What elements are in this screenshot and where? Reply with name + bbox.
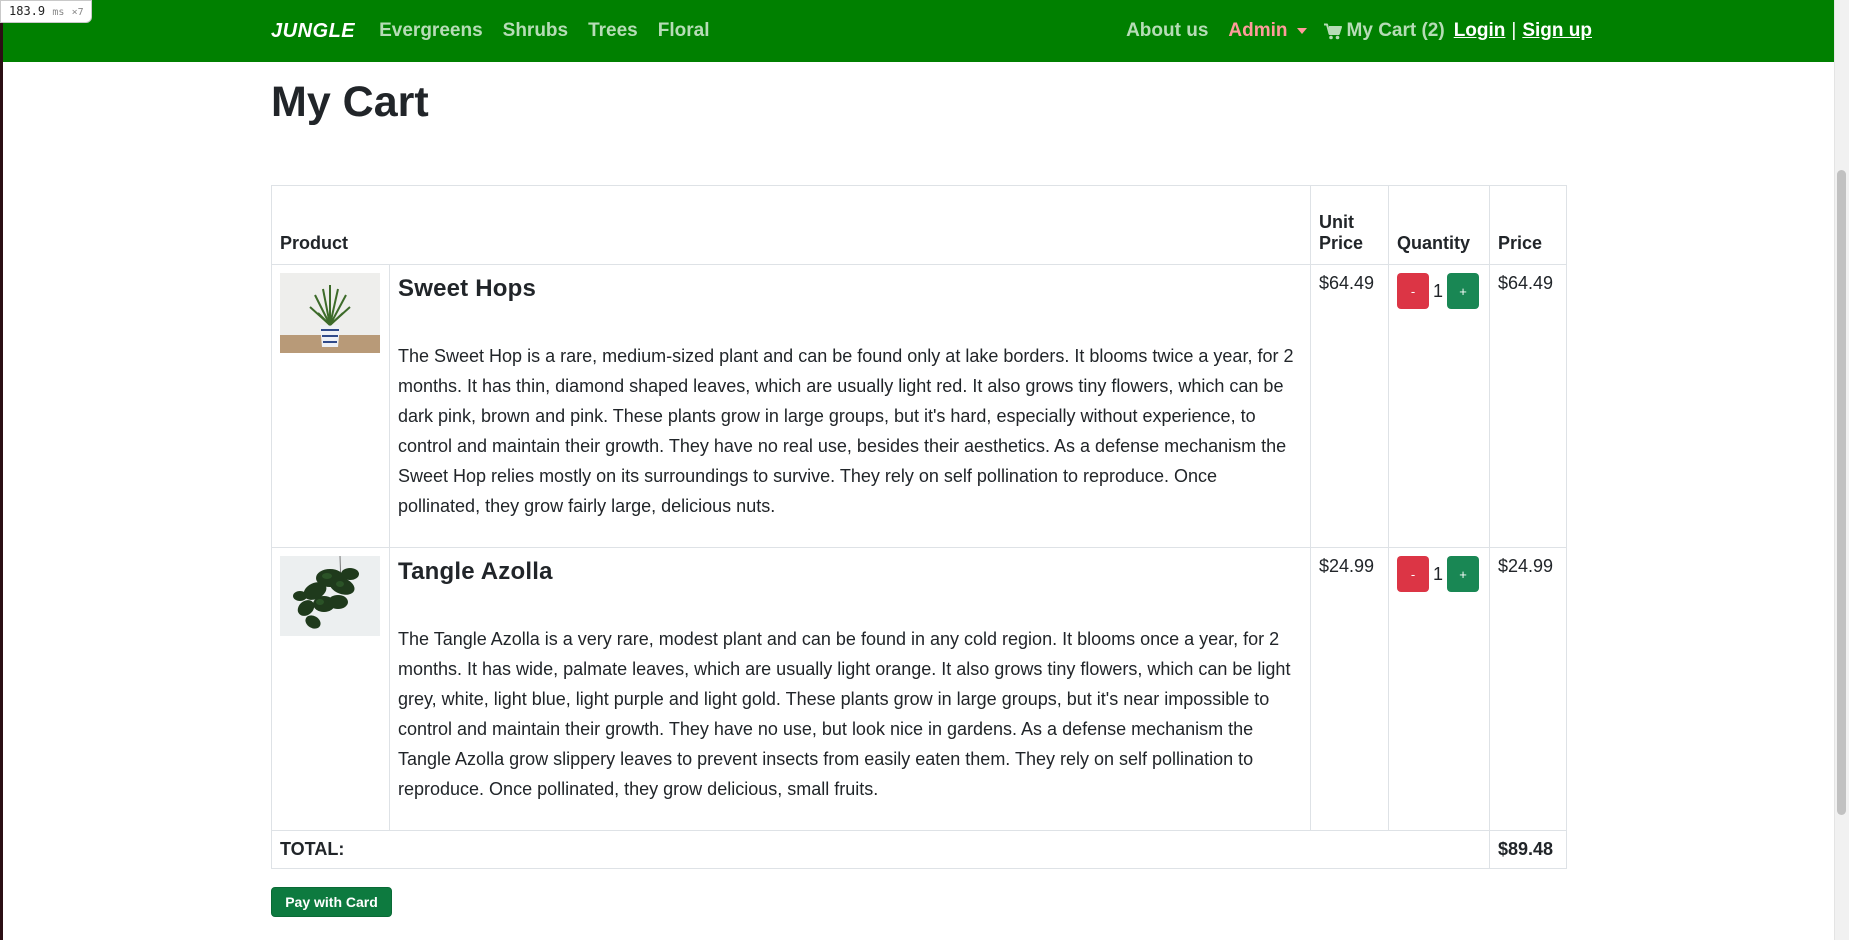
product-info-cell: Tangle Azolla The Tangle Azolla is a ver… [389,547,1311,831]
quantity-stepper: - 1 + [1397,556,1481,592]
cart-label: My Cart (2) [1346,20,1445,41]
product-name[interactable]: Sweet Hops [398,275,1302,303]
quantity-value: 1 [1432,280,1443,301]
signup-link[interactable]: Sign up [1522,20,1592,41]
brand-logo[interactable]: JUNGLE [271,20,355,43]
total-value: $89.48 [1489,830,1567,869]
page-title: My Cart [271,78,429,126]
admin-label: Admin [1228,20,1288,41]
caret-down-icon [1296,28,1307,34]
cart-row: Tangle Azolla The Tangle Azolla is a ver… [271,547,1567,831]
decrement-button[interactable]: - [1397,556,1429,592]
unit-price: $64.49 [1310,264,1389,548]
nav-link-floral[interactable]: Floral [658,20,710,42]
product-description: The Tangle Azolla is a very rare, modest… [398,629,1291,799]
cart-row: Sweet Hops The Sweet Hop is a rare, medi… [271,264,1567,548]
nav-link-shrubs[interactable]: Shrubs [503,20,568,42]
product-image[interactable] [280,273,380,353]
scrollbar-thumb[interactable] [1837,170,1846,815]
nav-cart-link[interactable]: My Cart (2) [1323,20,1445,42]
cart-table: Product Unit Price Quantity Price Sweet … [271,185,1567,869]
top-navbar: JUNGLE Evergreens Shrubs Trees Floral Ab… [3,0,1834,62]
admin-dropdown[interactable]: Admin [1228,20,1307,42]
timing-badge: 183.9 ms ×7 [0,0,92,23]
product-image-cell [271,264,390,548]
auth-links: Login | Sign up [1454,20,1592,42]
quantity-cell: - 1 + [1388,264,1490,548]
decrement-button[interactable]: - [1397,273,1429,309]
quantity-stepper: - 1 + [1397,273,1481,309]
quantity-value: 1 [1432,563,1443,584]
product-info-cell: Sweet Hops The Sweet Hop is a rare, medi… [389,264,1311,548]
window-edge [0,0,3,940]
total-label: TOTAL: [271,830,1490,869]
header-unit-price: Unit Price [1310,185,1389,265]
login-link[interactable]: Login [1454,20,1506,41]
total-row: TOTAL: $89.48 [271,830,1567,869]
header-price: Price [1489,185,1567,265]
shopping-cart-icon [1323,23,1342,39]
increment-button[interactable]: + [1447,556,1479,592]
unit-price: $24.99 [1310,547,1389,831]
pay-with-card-button[interactable]: Pay with Card [271,887,392,917]
product-image-cell [271,547,390,831]
header-product: Product [271,185,1311,265]
nav-link-evergreens[interactable]: Evergreens [379,20,483,42]
quantity-cell: - 1 + [1388,547,1490,831]
header-quantity: Quantity [1388,185,1490,265]
product-image[interactable] [280,556,380,636]
nav-link-trees[interactable]: Trees [588,20,638,42]
product-name[interactable]: Tangle Azolla [398,558,1302,586]
line-price: $24.99 [1489,547,1567,831]
nav-link-about[interactable]: About us [1126,20,1208,42]
product-description: The Sweet Hop is a rare, medium-sized pl… [398,346,1294,516]
auth-separator: | [1511,20,1517,41]
line-price: $64.49 [1489,264,1567,548]
increment-button[interactable]: + [1447,273,1479,309]
